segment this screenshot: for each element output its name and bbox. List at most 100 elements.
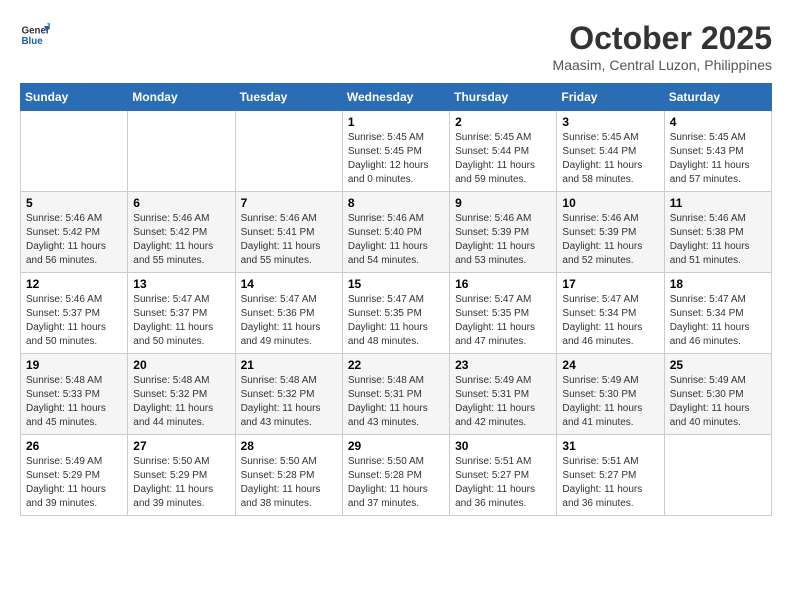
weekday-header-tuesday: Tuesday bbox=[235, 84, 342, 111]
day-number: 25 bbox=[670, 358, 766, 372]
logo-icon: General Blue bbox=[20, 20, 50, 50]
day-number: 8 bbox=[348, 196, 444, 210]
title-block: October 2025 Maasim, Central Luzon, Phil… bbox=[553, 20, 772, 73]
calendar-table: SundayMondayTuesdayWednesdayThursdayFrid… bbox=[20, 83, 772, 516]
day-cell: 1 Sunrise: 5:45 AM Sunset: 5:45 PM Daylig… bbox=[342, 111, 449, 192]
day-cell bbox=[664, 435, 771, 516]
day-info: Sunrise: 5:51 AM Sunset: 5:27 PM Dayligh… bbox=[455, 455, 551, 511]
weekday-header-friday: Friday bbox=[557, 84, 664, 111]
day-cell: 24 Sunrise: 5:49 AM Sunset: 5:30 PM Dayli… bbox=[557, 354, 664, 435]
day-cell: 28 Sunrise: 5:50 AM Sunset: 5:28 PM Dayli… bbox=[235, 435, 342, 516]
day-cell: 11Sunrise: 5:46 AM Sunset: 5:38 PM Dayli… bbox=[664, 192, 771, 273]
day-info: Sunrise: 5:46 AM Sunset: 5:41 PM Dayligh… bbox=[241, 212, 337, 268]
day-cell: 18 Sunrise: 5:47 AM Sunset: 5:34 PM Dayli… bbox=[664, 273, 771, 354]
day-cell: 19 Sunrise: 5:48 AM Sunset: 5:33 PM Dayli… bbox=[21, 354, 128, 435]
day-cell bbox=[21, 111, 128, 192]
day-cell: 20 Sunrise: 5:48 AM Sunset: 5:32 PM Dayli… bbox=[128, 354, 235, 435]
day-number: 26 bbox=[26, 439, 122, 453]
day-info: Sunrise: 5:47 AM Sunset: 5:34 PM Dayligh… bbox=[562, 293, 658, 349]
day-number: 14 bbox=[241, 277, 337, 291]
day-number: 7 bbox=[241, 196, 337, 210]
week-row-3: 12 Sunrise: 5:46 AM Sunset: 5:37 PM Dayli… bbox=[21, 273, 772, 354]
day-cell: 27Sunrise: 5:50 AM Sunset: 5:29 PM Dayli… bbox=[128, 435, 235, 516]
day-number: 23 bbox=[455, 358, 551, 372]
day-cell: 6Sunrise: 5:46 AM Sunset: 5:42 PM Daylig… bbox=[128, 192, 235, 273]
day-cell: 4 Sunrise: 5:45 AM Sunset: 5:43 PM Daylig… bbox=[664, 111, 771, 192]
day-info: Sunrise: 5:45 AM Sunset: 5:45 PM Dayligh… bbox=[348, 131, 444, 187]
day-number: 28 bbox=[241, 439, 337, 453]
day-info: Sunrise: 5:46 AM Sunset: 5:39 PM Dayligh… bbox=[562, 212, 658, 268]
day-number: 9 bbox=[455, 196, 551, 210]
day-cell: 7 Sunrise: 5:46 AM Sunset: 5:41 PM Daylig… bbox=[235, 192, 342, 273]
day-cell: 31 Sunrise: 5:51 AM Sunset: 5:27 PM Dayli… bbox=[557, 435, 664, 516]
weekday-header-sunday: Sunday bbox=[21, 84, 128, 111]
day-info: Sunrise: 5:48 AM Sunset: 5:31 PM Dayligh… bbox=[348, 374, 444, 430]
day-number: 18 bbox=[670, 277, 766, 291]
day-number: 17 bbox=[562, 277, 658, 291]
day-cell: 25 Sunrise: 5:49 AM Sunset: 5:30 PM Dayli… bbox=[664, 354, 771, 435]
calendar-subtitle: Maasim, Central Luzon, Philippines bbox=[553, 57, 772, 73]
day-info: Sunrise: 5:45 AM Sunset: 5:44 PM Dayligh… bbox=[455, 131, 551, 187]
day-info: Sunrise: 5:46 AM Sunset: 5:40 PM Dayligh… bbox=[348, 212, 444, 268]
day-info: Sunrise: 5:47 AM Sunset: 5:36 PM Dayligh… bbox=[241, 293, 337, 349]
day-number: 21 bbox=[241, 358, 337, 372]
day-info: Sunrise: 5:50 AM Sunset: 5:29 PM Dayligh… bbox=[133, 455, 229, 511]
day-number: 4 bbox=[670, 115, 766, 129]
day-cell: 10 Sunrise: 5:46 AM Sunset: 5:39 PM Dayli… bbox=[557, 192, 664, 273]
weekday-header-row: SundayMondayTuesdayWednesdayThursdayFrid… bbox=[21, 84, 772, 111]
day-info: Sunrise: 5:48 AM Sunset: 5:33 PM Dayligh… bbox=[26, 374, 122, 430]
day-cell: 23 Sunrise: 5:49 AM Sunset: 5:31 PM Dayli… bbox=[450, 354, 557, 435]
day-number: 30 bbox=[455, 439, 551, 453]
day-number: 16 bbox=[455, 277, 551, 291]
day-info: Sunrise: 5:49 AM Sunset: 5:30 PM Dayligh… bbox=[670, 374, 766, 430]
day-info: Sunrise: 5:47 AM Sunset: 5:34 PM Dayligh… bbox=[670, 293, 766, 349]
day-number: 31 bbox=[562, 439, 658, 453]
day-cell: 21Sunrise: 5:48 AM Sunset: 5:32 PM Dayli… bbox=[235, 354, 342, 435]
weekday-header-thursday: Thursday bbox=[450, 84, 557, 111]
day-cell bbox=[128, 111, 235, 192]
day-info: Sunrise: 5:47 AM Sunset: 5:35 PM Dayligh… bbox=[348, 293, 444, 349]
day-info: Sunrise: 5:49 AM Sunset: 5:30 PM Dayligh… bbox=[562, 374, 658, 430]
calendar-title: October 2025 bbox=[553, 20, 772, 57]
day-number: 10 bbox=[562, 196, 658, 210]
day-cell: 13 Sunrise: 5:47 AM Sunset: 5:37 PM Dayli… bbox=[128, 273, 235, 354]
day-info: Sunrise: 5:46 AM Sunset: 5:39 PM Dayligh… bbox=[455, 212, 551, 268]
week-row-4: 19 Sunrise: 5:48 AM Sunset: 5:33 PM Dayli… bbox=[21, 354, 772, 435]
day-info: Sunrise: 5:46 AM Sunset: 5:37 PM Dayligh… bbox=[26, 293, 122, 349]
day-info: Sunrise: 5:49 AM Sunset: 5:31 PM Dayligh… bbox=[455, 374, 551, 430]
day-cell: 9 Sunrise: 5:46 AM Sunset: 5:39 PM Daylig… bbox=[450, 192, 557, 273]
day-number: 22 bbox=[348, 358, 444, 372]
weekday-header-monday: Monday bbox=[128, 84, 235, 111]
day-cell: 30 Sunrise: 5:51 AM Sunset: 5:27 PM Dayli… bbox=[450, 435, 557, 516]
day-cell: 2Sunrise: 5:45 AM Sunset: 5:44 PM Daylig… bbox=[450, 111, 557, 192]
day-cell: 5Sunrise: 5:46 AM Sunset: 5:42 PM Daylig… bbox=[21, 192, 128, 273]
week-row-2: 5 Sunrise: 5:46 AM Sunset: 5:42 PM Daylig… bbox=[21, 192, 772, 273]
day-cell: 17 Sunrise: 5:47 AM Sunset: 5:34 PM Dayli… bbox=[557, 273, 664, 354]
day-cell: 15Sunrise: 5:47 AM Sunset: 5:35 PM Dayli… bbox=[342, 273, 449, 354]
day-cell: 8 Sunrise: 5:46 AM Sunset: 5:40 PM Daylig… bbox=[342, 192, 449, 273]
day-info: Sunrise: 5:47 AM Sunset: 5:35 PM Dayligh… bbox=[455, 293, 551, 349]
day-info: Sunrise: 5:45 AM Sunset: 5:43 PM Dayligh… bbox=[670, 131, 766, 187]
day-cell: 16 Sunrise: 5:47 AM Sunset: 5:35 PM Dayli… bbox=[450, 273, 557, 354]
day-info: Sunrise: 5:51 AM Sunset: 5:27 PM Dayligh… bbox=[562, 455, 658, 511]
day-number: 5 bbox=[26, 196, 122, 210]
day-number: 3 bbox=[562, 115, 658, 129]
day-info: Sunrise: 5:46 AM Sunset: 5:42 PM Dayligh… bbox=[133, 212, 229, 268]
week-row-1: 1 Sunrise: 5:45 AM Sunset: 5:45 PM Daylig… bbox=[21, 111, 772, 192]
svg-text:Blue: Blue bbox=[22, 36, 44, 47]
day-number: 24 bbox=[562, 358, 658, 372]
day-number: 13 bbox=[133, 277, 229, 291]
day-cell: 12 Sunrise: 5:46 AM Sunset: 5:37 PM Dayli… bbox=[21, 273, 128, 354]
day-number: 11 bbox=[670, 196, 766, 210]
day-number: 12 bbox=[26, 277, 122, 291]
day-info: Sunrise: 5:48 AM Sunset: 5:32 PM Dayligh… bbox=[133, 374, 229, 430]
day-info: Sunrise: 5:47 AM Sunset: 5:37 PM Dayligh… bbox=[133, 293, 229, 349]
weekday-header-saturday: Saturday bbox=[664, 84, 771, 111]
day-info: Sunrise: 5:50 AM Sunset: 5:28 PM Dayligh… bbox=[241, 455, 337, 511]
week-row-5: 26Sunrise: 5:49 AM Sunset: 5:29 PM Dayli… bbox=[21, 435, 772, 516]
logo: General Blue bbox=[20, 20, 50, 50]
day-number: 20 bbox=[133, 358, 229, 372]
day-number: 1 bbox=[348, 115, 444, 129]
day-number: 29 bbox=[348, 439, 444, 453]
day-number: 19 bbox=[26, 358, 122, 372]
